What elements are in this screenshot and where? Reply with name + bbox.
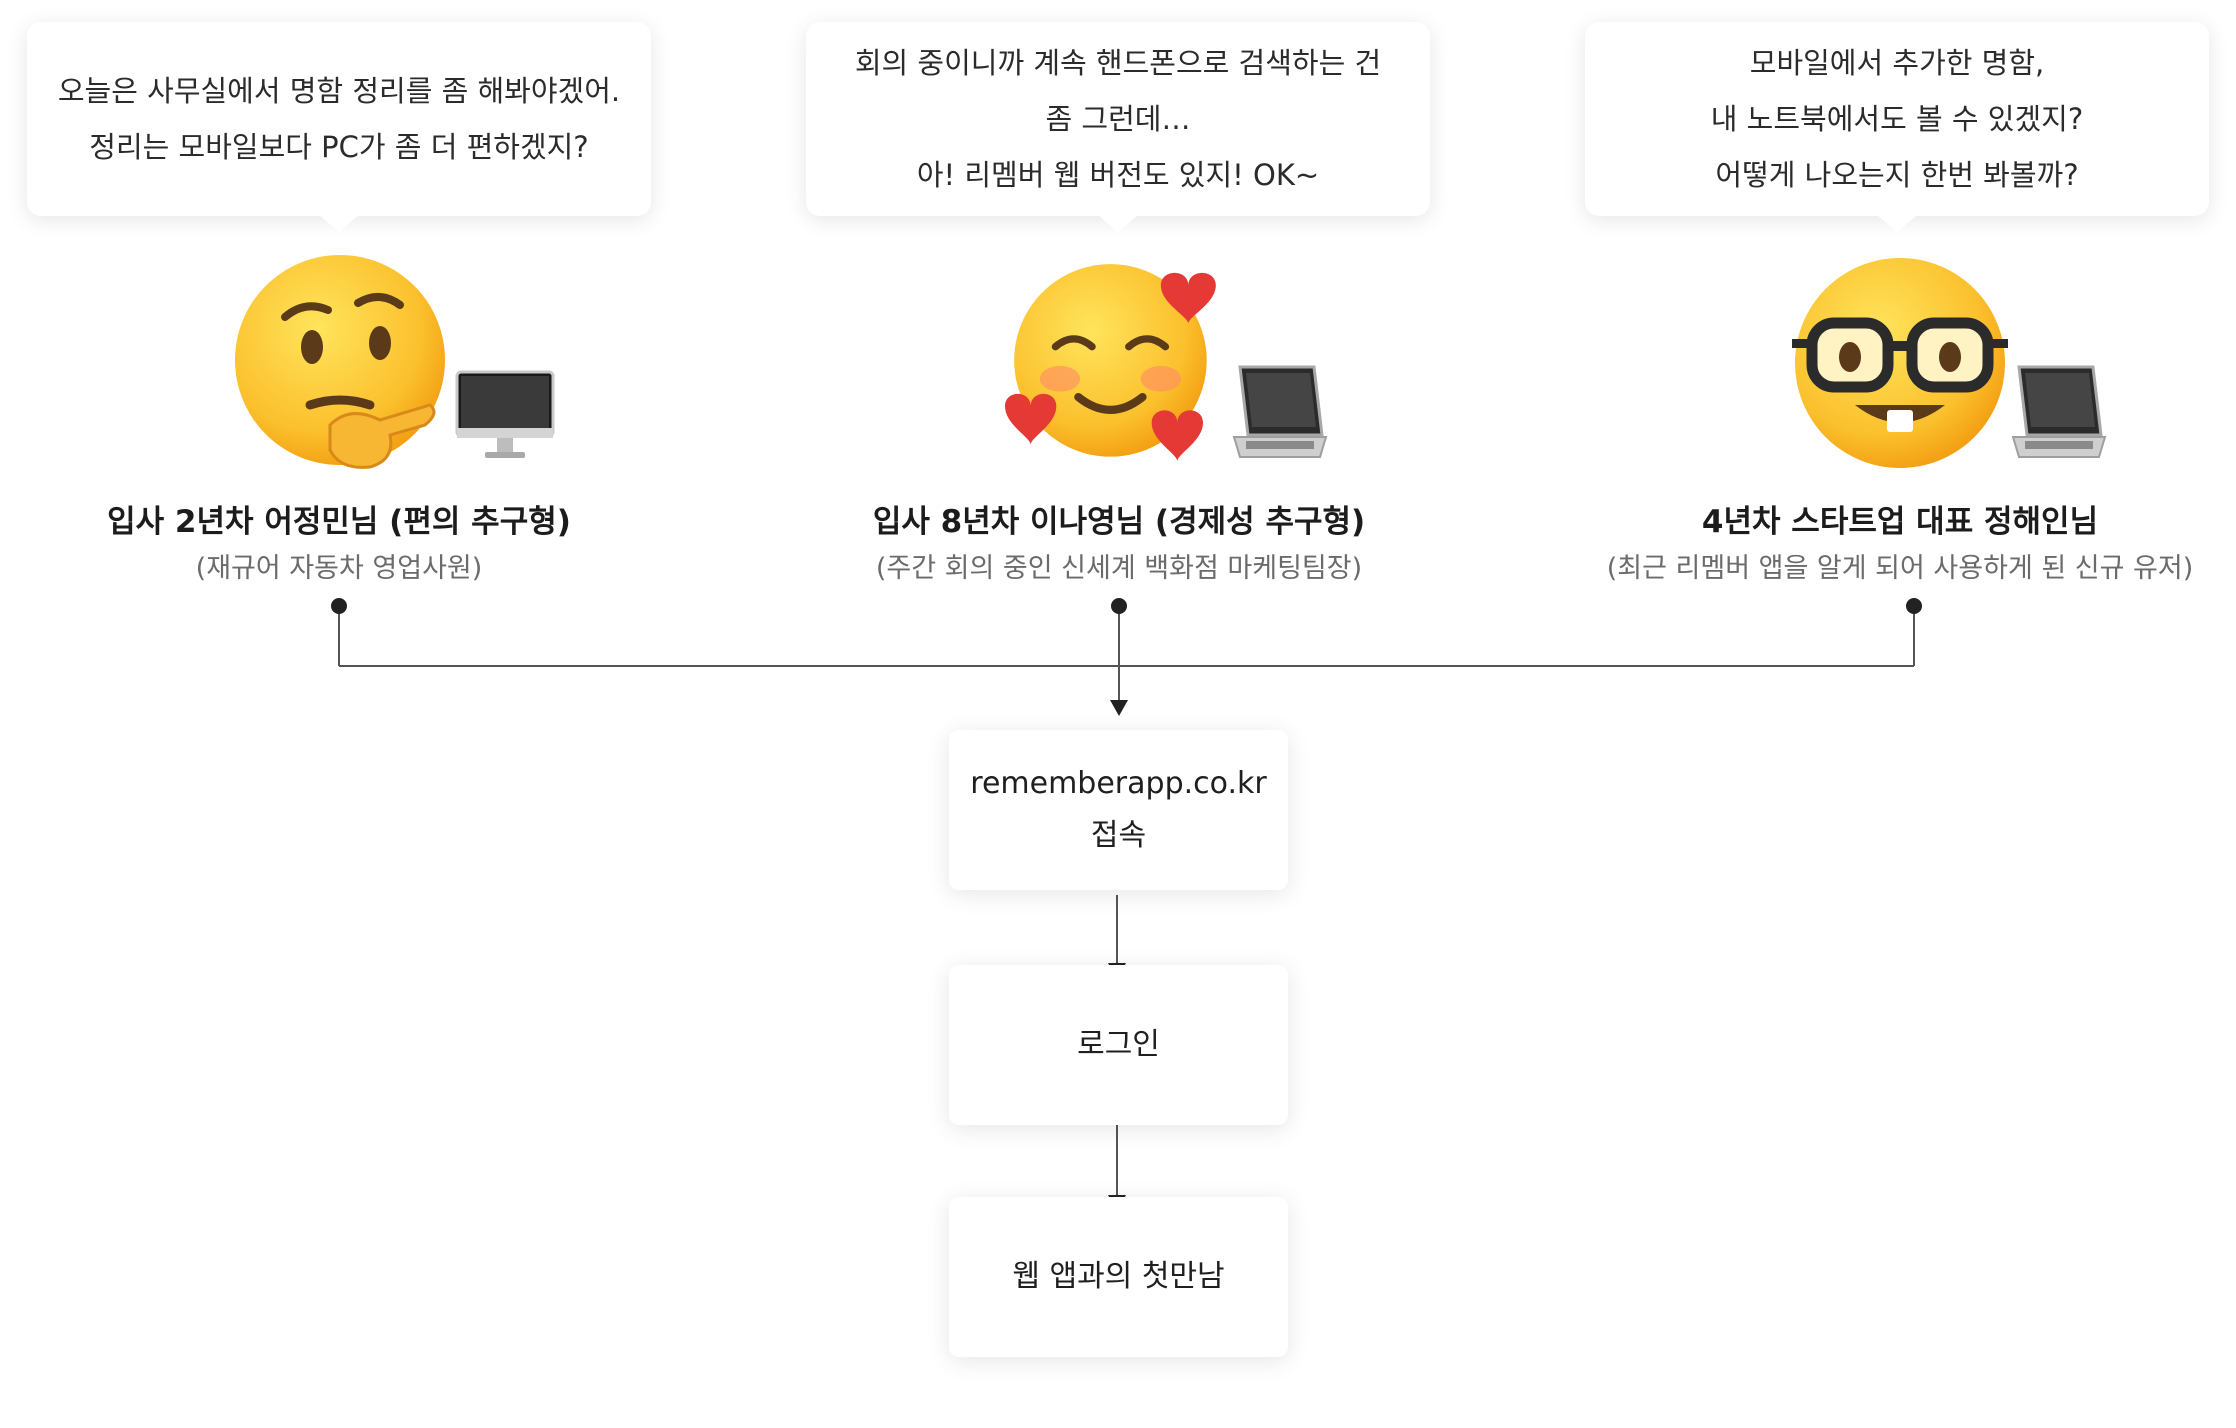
flow-step-visit-label: 접속 <box>1090 818 1147 853</box>
bubble-3-line-1: 모바일에서 추가한 명함, <box>1749 46 2045 80</box>
speech-bubble-3: 모바일에서 추가한 명함, 내 노트북에서도 볼 수 있겠지? 어떻게 나오는지… <box>1585 22 2209 232</box>
flow-step-login: 로그인 <box>949 965 1288 1125</box>
speech-bubble-1: 오늘은 사무실에서 명함 정리를 좀 해봐야겠어. 정리는 모바일보다 PC가 … <box>27 22 651 232</box>
connector-dot-left <box>331 598 347 614</box>
persona-1-role: (재규어 자동차 영업사원) <box>195 553 483 584</box>
bubble-2-line-3: 아! 리멤버 웹 버전도 있지! OK~ <box>916 158 1320 192</box>
desktop-monitor-icon <box>455 370 555 458</box>
bubble-1-line-1: 오늘은 사무실에서 명함 정리를 좀 해봐야겠어. <box>57 74 621 108</box>
flow-step-first-meet: 웹 앱과의 첫만남 <box>949 1197 1288 1357</box>
bubble-3-line-2: 내 노트북에서도 볼 수 있겠지? <box>1710 102 2084 136</box>
thinking-face-icon <box>235 255 445 469</box>
persona-1-name: 입사 2년차 어정민님 (편의 추구형) <box>107 504 571 540</box>
smiling-face-with-hearts-icon <box>1005 264 1216 462</box>
connector-dot-center <box>1111 598 1127 614</box>
flow-step-visit-url: rememberapp.co.kr <box>970 766 1267 801</box>
persona-3-name: 4년차 스타트업 대표 정해인님 <box>1701 504 2099 540</box>
bubble-3-line-3: 어떻게 나오는지 한번 봐볼까? <box>1715 158 2079 192</box>
arrow-to-step1 <box>1110 700 1128 716</box>
persona-2-role: (주간 회의 중인 신세계 백화점 마케팅팀장) <box>875 553 1363 584</box>
flow-step-first-meet-label: 웹 앱과의 첫만남 <box>1012 1259 1225 1294</box>
speech-bubble-2: 회의 중이니까 계속 핸드폰으로 검색하는 건 좀 그런데… 아! 리멤버 웹 … <box>806 22 1430 232</box>
bubble-2-line-1: 회의 중이니까 계속 핸드폰으로 검색하는 건 <box>854 46 1382 80</box>
bubble-1-line-2: 정리는 모바일보다 PC가 좀 더 편하겠지? <box>89 130 589 164</box>
connector-dot-right <box>1906 598 1922 614</box>
flow-step-login-label: 로그인 <box>1077 1027 1160 1062</box>
flow-step-visit: rememberapp.co.kr 접속 <box>949 730 1288 890</box>
laptop-icon <box>1232 365 1328 458</box>
nerd-face-icon <box>1792 258 2008 468</box>
laptop-icon <box>2011 365 2107 458</box>
persona-2-name: 입사 8년차 이나영님 (경제성 추구형) <box>872 504 1366 540</box>
persona-3-role: (최근 리멤버 앱을 알게 되어 사용하게 된 신규 유저) <box>1606 553 2194 584</box>
bubble-2-line-2: 좀 그런데… <box>1045 102 1191 136</box>
